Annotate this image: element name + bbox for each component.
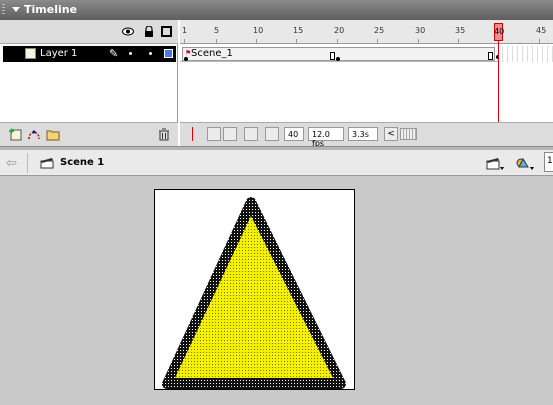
- timeline-panel: Layer 1 ✎ 1 5 10 15 20 25 30 35 45 ⚑ Sce…: [0, 20, 553, 148]
- frame-rate-field[interactable]: 12.0 fps: [308, 127, 344, 148]
- layers-pane: Layer 1 ✎: [0, 20, 178, 146]
- edit-bar: ⇦ Scene 1 100%: [0, 150, 553, 176]
- current-frame-field: 40: [284, 127, 304, 141]
- outline-color-swatch[interactable]: [164, 49, 173, 58]
- onion-skin-outlines-button[interactable]: [223, 127, 237, 141]
- edit-bar-separator: [27, 153, 28, 173]
- playhead-line: [498, 41, 499, 122]
- frame-label: Scene_1: [191, 48, 233, 59]
- layer-header: [0, 20, 178, 44]
- lock-icon[interactable]: [143, 26, 155, 37]
- stage-area[interactable]: [0, 177, 553, 405]
- ruler-number: 20: [334, 26, 345, 35]
- span-end-box[interactable]: [330, 52, 335, 60]
- stage[interactable]: [154, 189, 355, 390]
- keyframe-dot[interactable]: [184, 57, 188, 61]
- keyframe-dot[interactable]: [336, 57, 340, 61]
- zoom-field[interactable]: 100%: [544, 152, 553, 172]
- empty-frames[interactable]: [498, 46, 553, 62]
- onion-markers-button[interactable]: [265, 127, 279, 141]
- edit-symbol-icon[interactable]: [515, 155, 535, 171]
- back-arrow-icon[interactable]: ⇦: [6, 156, 17, 171]
- scene-clapper-icon: [40, 158, 54, 169]
- ruler-number: 30: [415, 26, 426, 35]
- frame-span[interactable]: ⚑ Scene_1: [182, 47, 495, 61]
- collapse-arrow-icon[interactable]: [12, 7, 20, 12]
- center-frame-button[interactable]: [186, 127, 200, 141]
- timeline-status-bar: 40 12.0 fps 3.3s <: [180, 122, 553, 148]
- layer-page-icon: [25, 48, 36, 59]
- ruler-number: 10: [253, 26, 264, 35]
- layer-row[interactable]: Layer 1 ✎: [3, 46, 176, 62]
- triangle-shape[interactable]: [155, 190, 356, 391]
- layer-name[interactable]: Layer 1: [40, 48, 77, 59]
- horizontal-scrollbar[interactable]: [400, 128, 417, 140]
- onion-skin-button[interactable]: [207, 127, 221, 141]
- panel-grip-icon[interactable]: [2, 4, 5, 16]
- ruler-number: 45: [536, 26, 547, 35]
- ruler-number: 35: [455, 26, 466, 35]
- ruler-number: 25: [374, 26, 385, 35]
- edit-multiple-frames-button[interactable]: [244, 127, 258, 141]
- delete-layer-icon[interactable]: [157, 128, 171, 141]
- add-guide-icon[interactable]: [27, 128, 41, 141]
- layer-toolbar: [0, 122, 178, 146]
- timeline-title-bar[interactable]: Timeline: [0, 0, 553, 20]
- add-folder-icon[interactable]: [46, 128, 60, 141]
- playhead-frame-number: 40: [494, 27, 505, 36]
- scroll-left-button[interactable]: <: [384, 127, 398, 141]
- visibility-dot[interactable]: [129, 52, 132, 55]
- add-layer-icon[interactable]: [8, 128, 22, 141]
- outline-icon[interactable]: [161, 26, 172, 37]
- elapsed-time-field: 3.3s: [348, 127, 378, 141]
- triangle-fill: [175, 216, 333, 378]
- ruler-number: 5: [214, 26, 220, 35]
- span-end-box[interactable]: [488, 52, 493, 60]
- panel-title: Timeline: [24, 3, 78, 16]
- eye-icon[interactable]: [122, 26, 134, 37]
- scene-name[interactable]: Scene 1: [60, 157, 104, 168]
- ruler-number: 15: [293, 26, 304, 35]
- lock-dot[interactable]: [149, 52, 152, 55]
- ruler-number: 1: [182, 26, 188, 35]
- edit-scene-icon[interactable]: [486, 155, 504, 171]
- pencil-icon: ✎: [109, 47, 119, 60]
- frames-pane: 1 5 10 15 20 25 30 35 45 ⚑ Scene_1 40 40…: [180, 20, 553, 148]
